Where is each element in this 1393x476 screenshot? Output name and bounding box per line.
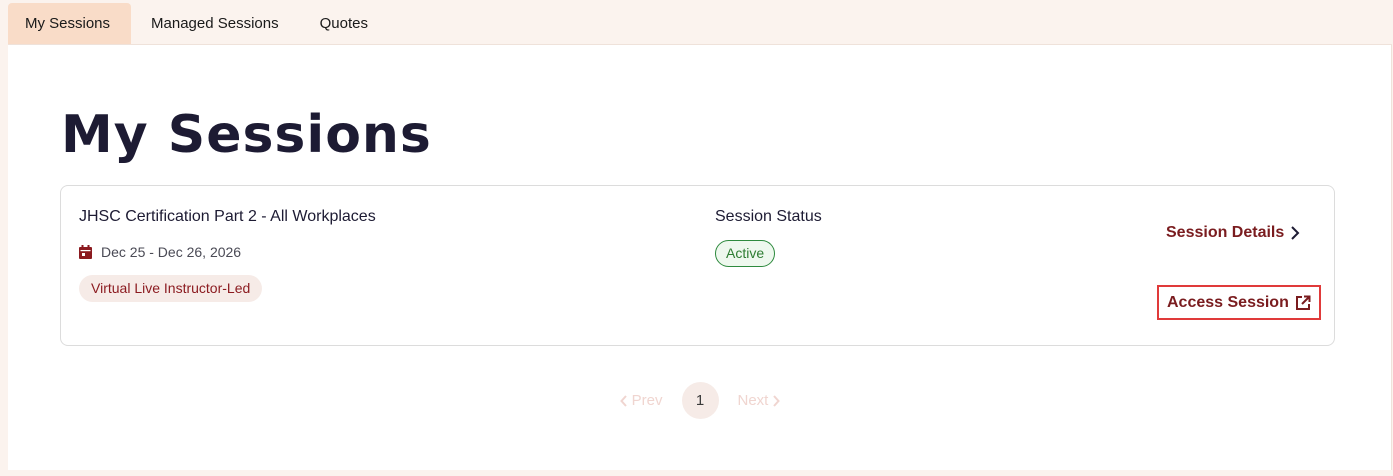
calendar-icon bbox=[79, 245, 92, 259]
next-page-label: Next bbox=[737, 392, 769, 409]
tab-bar: My Sessions Managed Sessions Quotes bbox=[8, 3, 389, 45]
tab-managed-sessions[interactable]: Managed Sessions bbox=[131, 3, 299, 45]
pagination: Prev 1 Next bbox=[8, 382, 1392, 419]
next-page-button[interactable]: Next bbox=[738, 392, 785, 409]
chevron-right-icon bbox=[773, 394, 781, 407]
tab-my-sessions[interactable]: My Sessions bbox=[8, 3, 132, 45]
page-title: My Sessions bbox=[61, 105, 432, 165]
session-card: JHSC Certification Part 2 - All Workplac… bbox=[60, 185, 1335, 346]
external-link-icon bbox=[1295, 295, 1311, 311]
prev-page-button[interactable]: Prev bbox=[616, 392, 663, 409]
session-date-text: Dec 25 - Dec 26, 2026 bbox=[101, 244, 242, 260]
status-badge: Active bbox=[715, 240, 776, 267]
session-details-label: Session Details bbox=[1166, 224, 1285, 241]
delivery-tag: Virtual Live Instructor-Led bbox=[79, 275, 263, 302]
chevron-left-icon bbox=[619, 394, 627, 407]
session-title: JHSC Certification Part 2 - All Workplac… bbox=[79, 208, 376, 225]
session-date: Dec 25 - Dec 26, 2026 bbox=[79, 244, 241, 260]
content-panel: My Sessions JHSC Certification Part 2 - … bbox=[8, 44, 1392, 470]
tab-quotes[interactable]: Quotes bbox=[299, 3, 389, 45]
access-session-button[interactable]: Access Session bbox=[1157, 285, 1321, 320]
access-session-label: Access Session bbox=[1167, 293, 1289, 311]
prev-page-label: Prev bbox=[631, 392, 663, 409]
page-number-current[interactable]: 1 bbox=[681, 382, 719, 419]
session-status-label: Session Status bbox=[715, 208, 822, 225]
chevron-right-icon bbox=[1290, 226, 1300, 240]
session-details-link[interactable]: Session Details bbox=[1166, 224, 1300, 242]
